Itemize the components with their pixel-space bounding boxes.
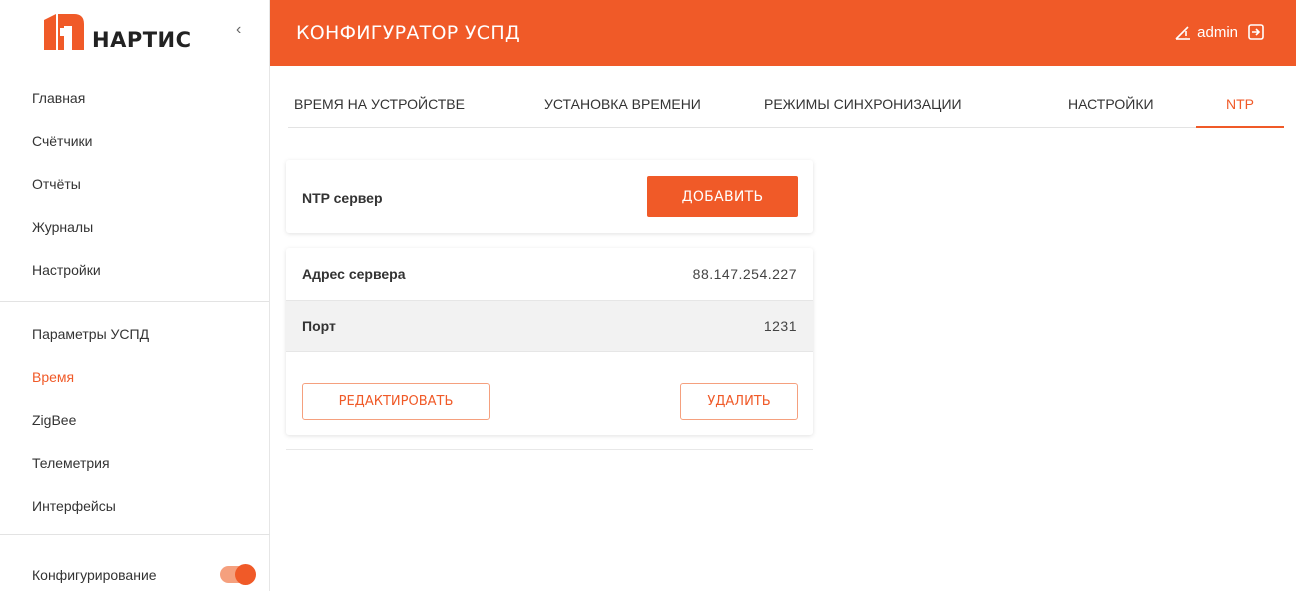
app-title: КОНФИГУРАТОР УСПД — [296, 22, 521, 44]
tab-device-time[interactable]: Время на устройстве — [288, 84, 471, 128]
config-mode-toggle[interactable] — [220, 564, 256, 585]
delete-button[interactable]: УДАЛИТЬ — [680, 383, 798, 420]
logo[interactable]: НАРТИС ‹ — [0, 0, 269, 66]
sidebar-item-reports[interactable]: Отчёты — [0, 162, 269, 205]
tab-sync-modes[interactable]: Режимы синхронизации — [758, 84, 968, 128]
sidebar-divider — [0, 301, 269, 302]
brand-name: НАРТИС — [92, 28, 192, 52]
server-port-key: Порт — [302, 318, 336, 334]
nartis-logo-icon — [44, 14, 84, 50]
tab-ntp[interactable]: NTP — [1196, 84, 1284, 128]
nav-main: Главная Счётчики Отчёты Журналы Настройк… — [0, 66, 269, 291]
user-area: admin — [1173, 22, 1266, 42]
content-divider — [286, 449, 813, 450]
sidebar: НАРТИС ‹ Главная Счётчики Отчёты Журналы… — [0, 0, 270, 591]
sidebar-item-meters[interactable]: Счётчики — [0, 119, 269, 162]
sidebar-item-home[interactable]: Главная — [0, 76, 269, 119]
user-warning-icon — [1175, 26, 1191, 40]
sidebar-item-zigbee[interactable]: ZigBee — [0, 398, 269, 441]
tab-set-time[interactable]: Установка времени — [538, 84, 707, 128]
ntp-server-label: NTP сервер — [302, 190, 383, 206]
chevron-left-icon[interactable]: ‹ — [236, 22, 250, 38]
app-header: КОНФИГУРАТОР УСПД admin — [270, 0, 1296, 66]
time-tabs: Время на устройстве Установка времени Ре… — [288, 84, 1284, 128]
sidebar-divider-bottom — [0, 534, 270, 535]
sidebar-item-logs[interactable]: Журналы — [0, 205, 269, 248]
tab-settings[interactable]: Настройки — [1062, 84, 1160, 128]
server-port-value: 1231 — [763, 318, 797, 334]
sidebar-item-telemetry[interactable]: Телеметрия — [0, 441, 269, 484]
server-address-row: Адрес сервера 88.147.254.227 — [286, 248, 813, 300]
server-address-value: 88.147.254.227 — [692, 266, 797, 282]
sidebar-item-time[interactable]: Время — [0, 355, 269, 398]
sidebar-item-uspd-params[interactable]: Параметры УСПД — [0, 312, 269, 355]
add-ntp-button[interactable]: ДОБАВИТЬ — [647, 176, 798, 217]
sidebar-item-settings[interactable]: Настройки — [0, 248, 269, 291]
server-port-row: Порт 1231 — [286, 300, 813, 352]
edit-button[interactable]: РЕДАКТИРОВАТЬ — [302, 383, 490, 420]
nav-config: Параметры УСПД Время ZigBee Телеметрия И… — [0, 312, 269, 527]
toggle-knob — [235, 564, 256, 585]
sidebar-item-interfaces[interactable]: Интерфейсы — [0, 484, 269, 527]
ntp-server-card: NTP сервер ДОБАВИТЬ — [286, 160, 813, 233]
username[interactable]: admin — [1197, 24, 1238, 41]
server-address-key: Адрес сервера — [302, 266, 406, 282]
logout-icon[interactable] — [1246, 22, 1266, 42]
server-details-card: Адрес сервера 88.147.254.227 Порт 1231 Р… — [286, 248, 813, 435]
